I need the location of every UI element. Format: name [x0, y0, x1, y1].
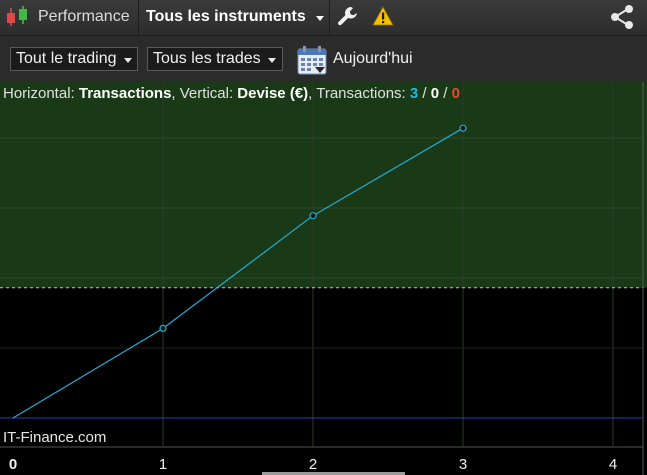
x-tick-label: 1: [159, 456, 167, 473]
profit-zone: [0, 82, 647, 288]
count-separator: /: [418, 85, 431, 102]
warning-triangle-icon[interactable]: [372, 5, 394, 27]
instrument-dropdown[interactable]: Tous les instruments: [140, 0, 328, 35]
watermark-text: IT-Finance.com: [3, 429, 107, 446]
horizontal-axis-value: Transactions: [78, 85, 172, 102]
performance-line-chart: 0 1 2 3 4: [0, 82, 647, 475]
vertical-axis-value: Devise (€): [237, 85, 309, 102]
instrument-dropdown-label: Tous les instruments: [146, 8, 306, 25]
data-point[interactable]: [459, 124, 467, 132]
x-tick-label: 3: [459, 456, 467, 473]
count-separator: /: [439, 85, 452, 102]
chevron-down-icon: [316, 16, 324, 21]
data-point[interactable]: [309, 212, 317, 220]
chart-header: Horizontal: Transactions, Vertical: Devi…: [3, 85, 460, 102]
trading-filter-dropdown[interactable]: Tout le trading: [10, 47, 138, 71]
trades-filter-dropdown[interactable]: Tous les trades: [147, 47, 283, 71]
wrench-icon[interactable]: [336, 5, 360, 29]
trades-filter-label: Tous les trades: [153, 50, 261, 67]
transactions-total-count: 3: [409, 85, 419, 102]
transactions-loss-count: 0: [451, 85, 460, 102]
date-range-label[interactable]: Aujourd'hui: [333, 50, 413, 68]
data-point[interactable]: [159, 324, 167, 332]
x-tick-label: 0: [9, 456, 17, 473]
x-tick-label: 4: [609, 456, 617, 473]
toolbar-divider: [329, 0, 330, 35]
calendar-icon[interactable]: [296, 44, 328, 76]
filter-toolbar: Tout le trading Tous les trades Aujourd'…: [0, 36, 647, 82]
transactions-prefix: , Transactions:: [308, 85, 410, 102]
chevron-down-icon: [124, 58, 132, 63]
app-title: Performance: [38, 8, 130, 25]
toolbar-divider: [138, 0, 139, 35]
trading-filter-label: Tout le trading: [16, 50, 117, 67]
x-tick-label: 2: [309, 456, 317, 473]
transactions-neutral-count: 0: [430, 85, 440, 102]
share-icon[interactable]: [607, 3, 637, 31]
top-toolbar: Performance Tous les instruments: [0, 0, 647, 36]
vertical-axis-prefix: , Vertical:: [171, 85, 238, 102]
candlestick-chart-icon[interactable]: [3, 5, 31, 29]
horizontal-axis-prefix: Horizontal:: [3, 85, 79, 102]
chevron-down-icon: [268, 58, 276, 63]
